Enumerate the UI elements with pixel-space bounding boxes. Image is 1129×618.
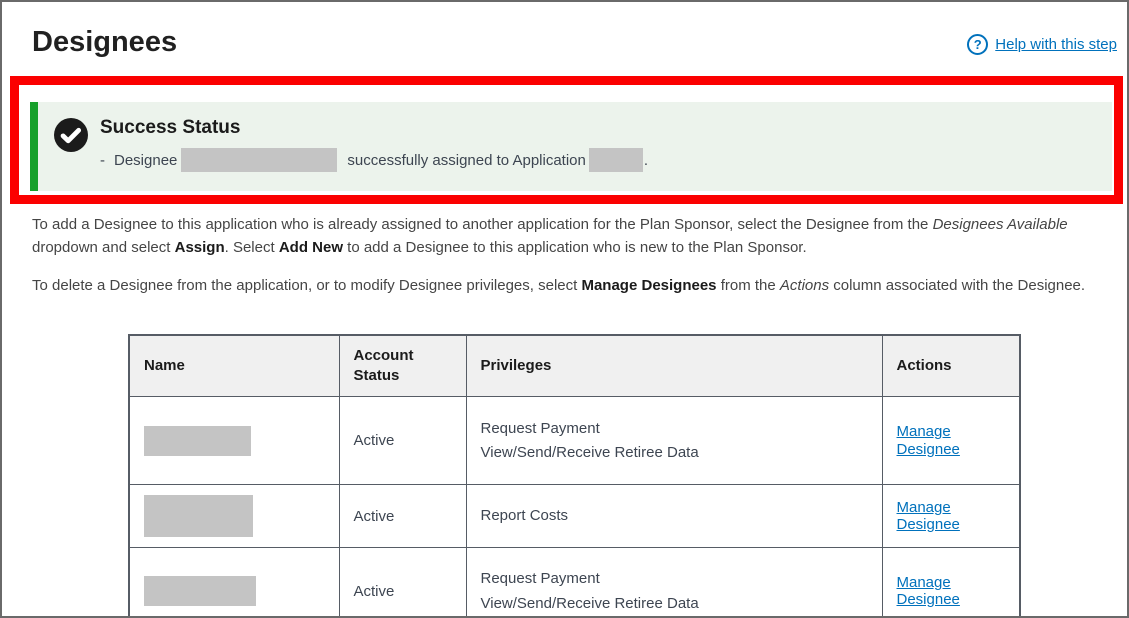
name-cell: [129, 397, 339, 485]
privilege-item: Request Payment: [481, 419, 868, 439]
check-circle-icon: [54, 118, 88, 157]
column-header-actions: Actions: [882, 335, 1020, 397]
privileges-cell: Request Payment View/Send/Receive Retire…: [466, 397, 882, 485]
text-segment: dropdown and select: [32, 239, 175, 256]
page-title: Designees: [32, 26, 177, 59]
table-row: Active Report Costs Manage Designee: [129, 485, 1020, 548]
help-link-label[interactable]: Help with this step: [995, 36, 1117, 53]
page-header: Designees ? Help with this step: [2, 2, 1127, 59]
success-banner-content: Success Status - Designee successfully a…: [100, 117, 648, 172]
text-segment: . Select: [225, 239, 279, 256]
manage-designee-link[interactable]: Manage Designee: [897, 574, 1006, 609]
redacted-name: [144, 426, 251, 456]
success-message-prefix: Designee: [114, 152, 177, 169]
redacted-application-id: [589, 148, 643, 172]
add-new-bold: Add New: [279, 239, 343, 256]
privilege-item: Report Costs: [481, 506, 868, 526]
privileges-cell: Request Payment View/Send/Receive Retire…: [466, 548, 882, 618]
annotation-highlight: Success Status - Designee successfully a…: [10, 76, 1123, 204]
question-circle-icon[interactable]: ?: [967, 34, 988, 55]
success-message-suffix: .: [644, 152, 648, 169]
text-segment: To delete a Designee from the applicatio…: [32, 277, 581, 294]
account-status-cell: Active: [339, 548, 466, 618]
designees-table: Name Account Status Privileges Actions A…: [128, 334, 1021, 618]
manage-designee-link[interactable]: Manage Designee: [897, 423, 1006, 458]
text-segment: to add a Designee to this application wh…: [343, 239, 807, 256]
success-banner: Success Status - Designee successfully a…: [30, 102, 1112, 191]
name-cell: [129, 548, 339, 618]
success-banner-title: Success Status: [100, 117, 648, 140]
privilege-item: View/Send/Receive Retiree Data: [481, 443, 868, 463]
text-segment: To add a Designee to this application wh…: [32, 216, 933, 233]
instructions: To add a Designee to this application wh…: [2, 214, 1127, 298]
name-cell: [129, 485, 339, 548]
privileges-cell: Report Costs: [466, 485, 882, 548]
account-status-cell: Active: [339, 485, 466, 548]
redacted-designee-name: [181, 148, 337, 172]
privilege-item: View/Send/Receive Retiree Data: [481, 594, 868, 614]
instruction-delete-designee: To delete a Designee from the applicatio…: [32, 275, 1103, 298]
manage-designee-link[interactable]: Manage Designee: [897, 499, 1006, 534]
page: Designees ? Help with this step Success …: [0, 0, 1129, 618]
account-status-cell: Active: [339, 397, 466, 485]
redacted-name: [144, 495, 253, 537]
assign-bold: Assign: [175, 239, 225, 256]
actions-cell: Manage Designee: [882, 548, 1020, 618]
text-segment: column associated with the Designee.: [829, 277, 1085, 294]
table-row: Active Request Payment View/Send/Receive…: [129, 397, 1020, 485]
table-header-row: Name Account Status Privileges Actions: [129, 335, 1020, 397]
column-header-name: Name: [129, 335, 339, 397]
actions-cell: Manage Designee: [882, 397, 1020, 485]
list-dash: -: [100, 152, 105, 169]
actions-cell: Manage Designee: [882, 485, 1020, 548]
column-header-privileges: Privileges: [466, 335, 882, 397]
manage-designees-bold: Manage Designees: [581, 277, 716, 294]
privilege-item: Request Payment: [481, 569, 868, 589]
designees-available-italic: Designees Available: [933, 216, 1068, 233]
success-message: - Designee successfully assigned to Appl…: [100, 148, 648, 172]
instruction-add-designee: To add a Designee to this application wh…: [32, 214, 1103, 259]
column-header-account-status: Account Status: [339, 335, 466, 397]
success-message-middle: successfully assigned to Application: [347, 152, 585, 169]
help-with-this-step-link[interactable]: ? Help with this step: [967, 34, 1117, 55]
actions-italic: Actions: [780, 277, 829, 294]
text-segment: from the: [717, 277, 780, 294]
table-row: Active Request Payment View/Send/Receive…: [129, 548, 1020, 618]
redacted-name: [144, 576, 256, 606]
